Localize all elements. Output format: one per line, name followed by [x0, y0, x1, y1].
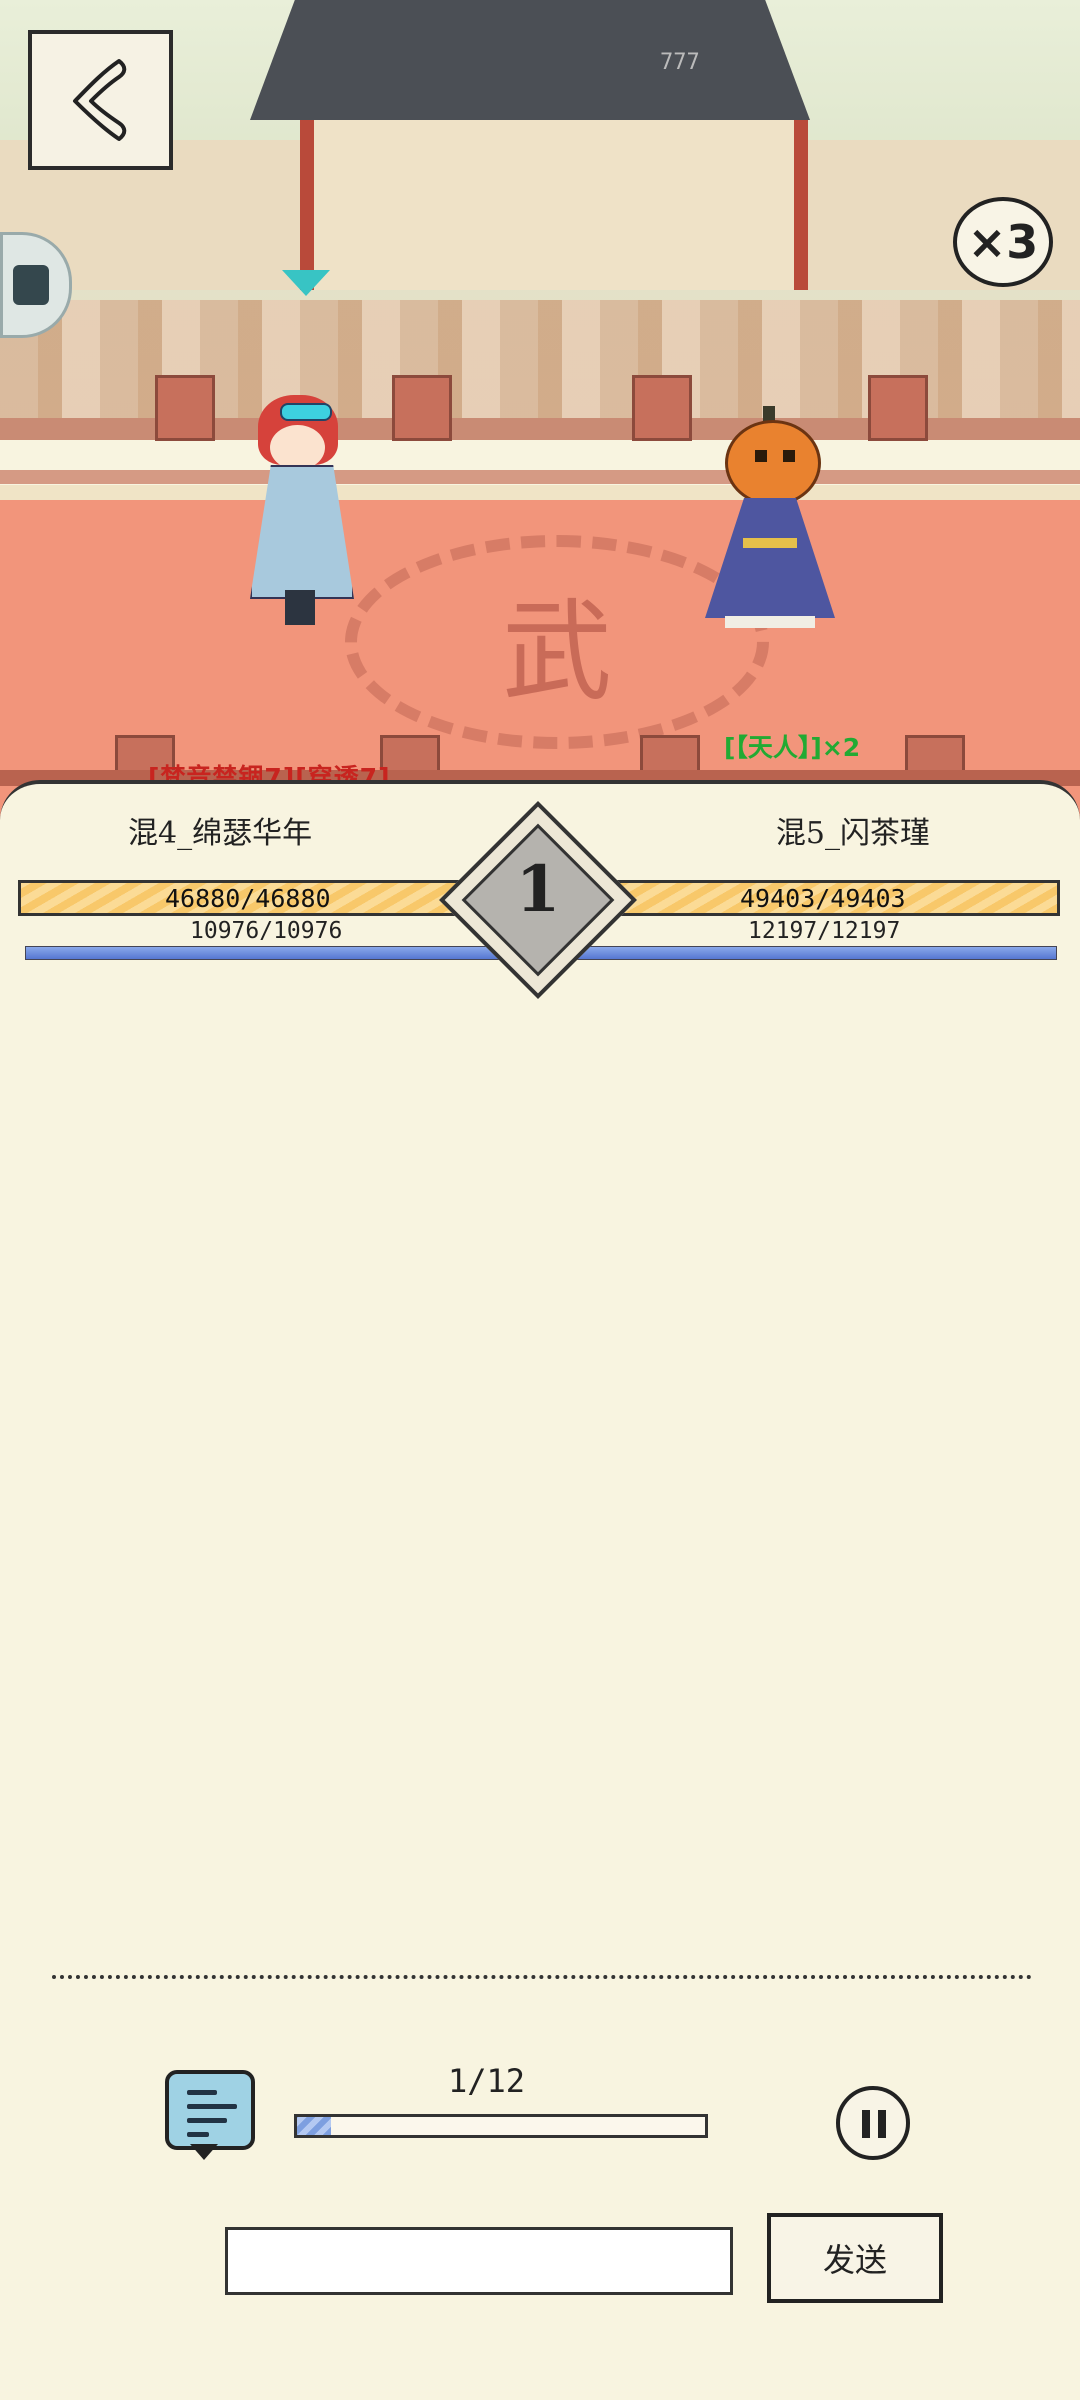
status-indicator: 777 [660, 50, 700, 75]
log-divider [52, 1975, 1032, 1979]
player-right-hp-text: 49403/49403 [740, 884, 906, 913]
send-button[interactable]: 发送 [767, 2213, 943, 2303]
railing-post [155, 375, 215, 441]
drawer-icon [13, 265, 49, 305]
playback-progress-fill [297, 2117, 331, 2135]
back-button[interactable] [28, 30, 173, 170]
chat-toggle-button[interactable] [165, 2070, 255, 2150]
arena-railing-lower [0, 470, 1080, 484]
temple-roof [250, 0, 810, 120]
player-right-mp-bar [555, 946, 1057, 960]
chat-input[interactable] [225, 2227, 733, 2295]
player-left-name: 混4_绵瑟华年 [128, 816, 313, 851]
railing-post [392, 375, 452, 441]
speed-toggle-button[interactable]: ×3 [953, 197, 1053, 287]
playback-progress-label: 1/12 [448, 2062, 526, 2100]
railing-post [868, 375, 928, 441]
player-left-character [240, 395, 370, 630]
back-arrow-icon [72, 58, 126, 141]
playback-progress-bar[interactable] [294, 2114, 708, 2138]
player-right-mp-text: 12197/12197 [748, 918, 901, 944]
battle-log [0, 970, 1080, 1970]
player-right-character [705, 406, 840, 630]
round-number: 1 [515, 852, 561, 927]
player-left-mp-bar [25, 946, 547, 960]
chat-bubble-tail-icon [190, 2144, 218, 2160]
pause-button[interactable] [836, 2086, 910, 2160]
temple-building [300, 115, 808, 290]
player-right-name: 混5_闪茶瑾 [775, 816, 930, 851]
player-left-mp-text: 10976/10976 [190, 918, 343, 944]
player-right-title: [【天人】]×2 [724, 733, 861, 762]
player-left-hp-text: 46880/46880 [165, 884, 331, 913]
railing-post [632, 375, 692, 441]
active-turn-marker-icon [282, 270, 330, 296]
